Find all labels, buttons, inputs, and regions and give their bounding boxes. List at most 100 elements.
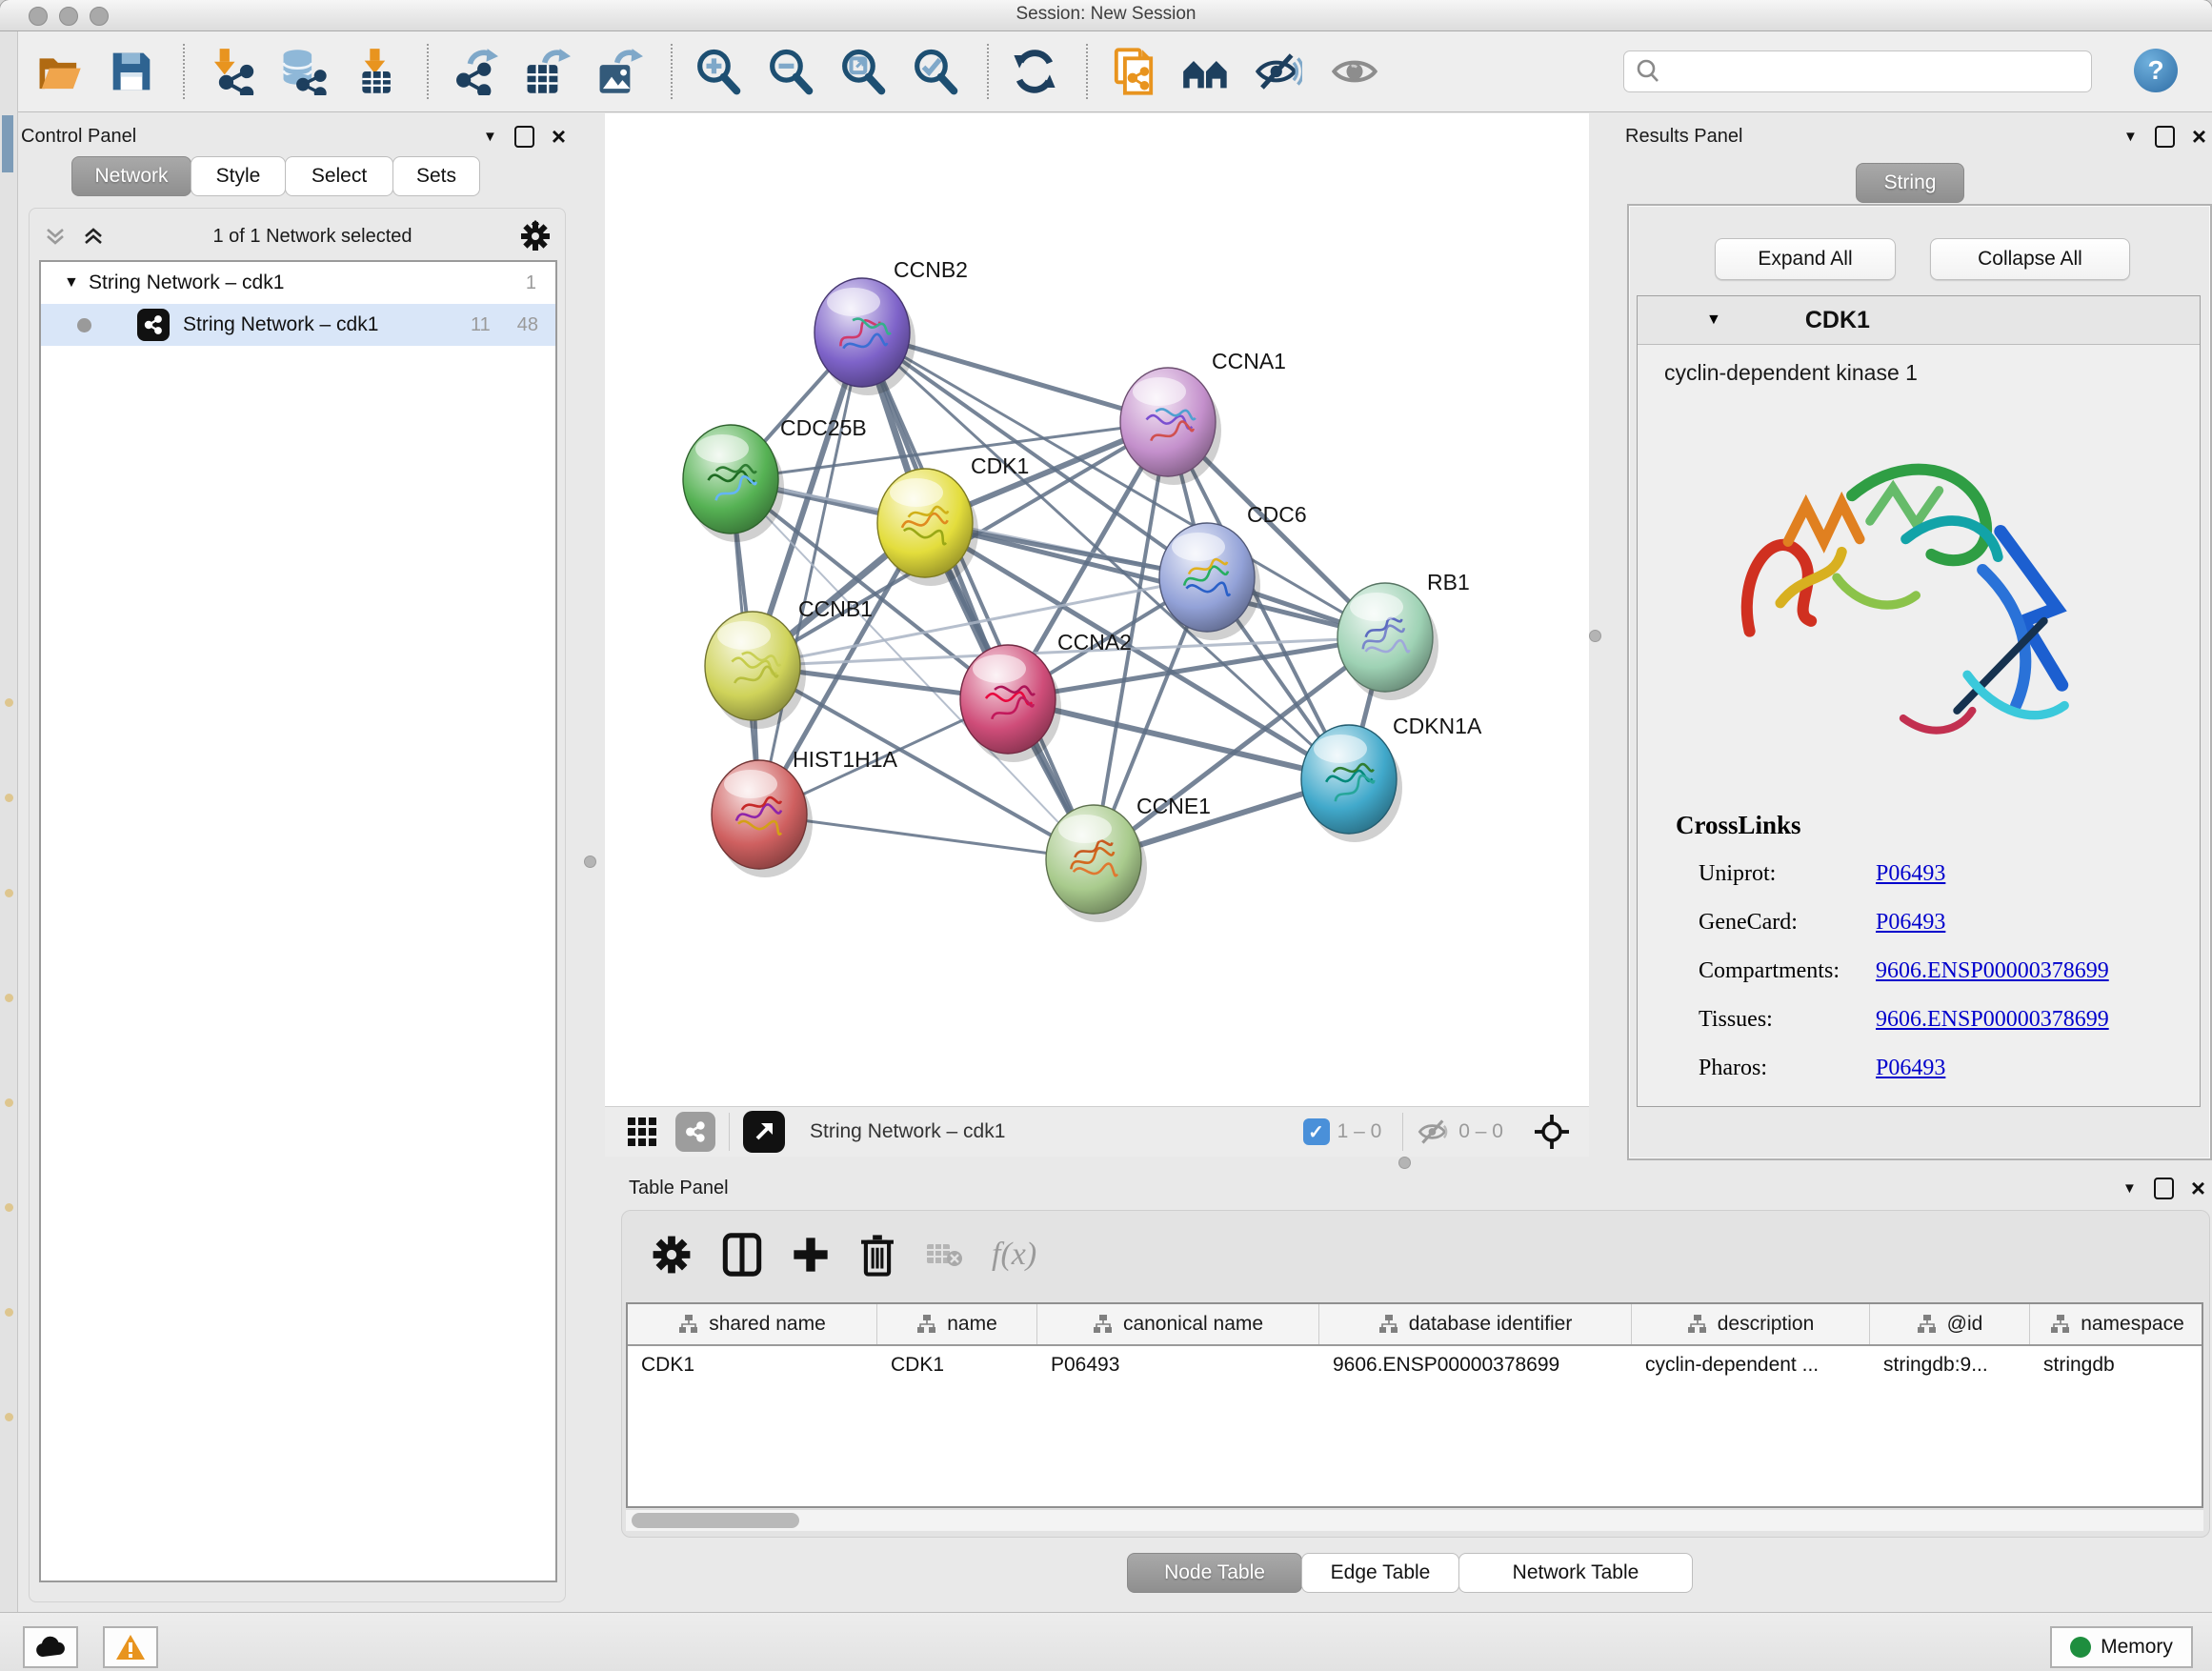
panel-menu-icon[interactable]: ▼ — [483, 129, 497, 145]
horizontal-splitter-handle[interactable] — [1398, 1157, 1411, 1169]
tab-node-table[interactable]: Node Table — [1127, 1553, 1302, 1593]
crosslink-value-link[interactable]: 9606.ENSP00000378699 — [1876, 958, 2109, 984]
network-node-ccna1[interactable]: CCNA1 — [1120, 349, 1286, 485]
network-edge[interactable] — [862, 332, 1094, 859]
table-cell[interactable]: 9606.ENSP00000378699 — [1319, 1346, 1632, 1384]
zoom-out-icon[interactable] — [766, 47, 815, 96]
table-cell[interactable]: CDK1 — [877, 1346, 1037, 1384]
network-row[interactable]: String Network – cdk1 11 48 — [41, 304, 555, 346]
tab-string[interactable]: String — [1856, 163, 1964, 203]
right-splitter-handle[interactable] — [1589, 630, 1601, 642]
section-collapse-icon[interactable]: ▼ — [1706, 312, 1721, 329]
network-collection-row[interactable]: ▼ String Network – cdk1 1 — [41, 262, 555, 304]
create-column-icon[interactable] — [792, 1236, 830, 1274]
tab-network[interactable]: Network — [71, 156, 191, 196]
network-node-ccne1[interactable]: CCNE1 — [1046, 794, 1211, 922]
node-label: RB1 — [1427, 570, 1470, 594]
refresh-view-icon[interactable] — [1010, 47, 1059, 96]
column-header[interactable]: namespace — [2030, 1304, 2203, 1344]
node-label: CCNB1 — [798, 596, 873, 621]
table-cell[interactable]: stringdb — [2030, 1346, 2203, 1384]
network-share-icon[interactable] — [675, 1112, 715, 1152]
table-horizontal-scrollbar[interactable] — [626, 1509, 2203, 1531]
memory-button[interactable]: Memory — [2050, 1626, 2193, 1668]
collapse-all-icon[interactable] — [43, 224, 68, 249]
gene-section-header[interactable]: ▼ CDK1 — [1638, 296, 2200, 345]
tab-style[interactable]: Style — [191, 156, 286, 196]
zoom-fit-icon[interactable] — [838, 47, 888, 96]
panel-float-icon[interactable] — [514, 126, 534, 148]
show-all-networks-icon[interactable] — [1181, 47, 1231, 96]
scrollbar-thumb[interactable] — [632, 1513, 799, 1528]
crosslink-value-link[interactable]: P06493 — [1876, 861, 1945, 887]
network-node-cdc25b[interactable]: CDC25B — [683, 415, 867, 542]
search-input[interactable] — [1623, 50, 2092, 92]
network-node-cdkn1a[interactable]: CDKN1A — [1301, 714, 1482, 842]
tab-sets[interactable]: Sets — [392, 156, 480, 196]
network-options-gear-icon[interactable] — [519, 220, 552, 252]
export-image-icon[interactable] — [594, 47, 644, 96]
export-network-icon[interactable] — [450, 47, 499, 96]
import-network-file-icon[interactable] — [206, 47, 255, 96]
import-network-database-icon[interactable] — [278, 47, 328, 96]
network-canvas[interactable]: CCNB2CCNA1CDC25BCDK1CDC6RB1CCNB1CCNA2CDK… — [605, 113, 1589, 1106]
save-session-icon[interactable] — [107, 47, 156, 96]
table-row[interactable]: CDK1CDK1P064939606.ENSP00000378699cyclin… — [628, 1346, 2202, 1384]
network-node-hist1h1a[interactable]: HIST1H1A — [712, 747, 898, 877]
node-table[interactable]: shared namenamecanonical namedatabase id… — [626, 1302, 2203, 1508]
column-header[interactable]: @id — [1870, 1304, 2030, 1344]
panel-close-icon[interactable]: × — [2191, 1176, 2205, 1200]
crosslink-value-link[interactable]: P06493 — [1876, 910, 1945, 936]
copy-network-icon[interactable] — [1109, 47, 1158, 96]
panel-menu-icon[interactable]: ▼ — [2123, 129, 2138, 145]
table-options-gear-icon[interactable] — [651, 1234, 693, 1276]
collapse-all-button[interactable]: Collapse All — [1930, 238, 2130, 280]
cloud-status-button[interactable] — [23, 1626, 78, 1668]
table-header-row: shared namenamecanonical namedatabase id… — [628, 1304, 2202, 1346]
help-icon[interactable]: ? — [2134, 49, 2178, 92]
import-table-file-icon[interactable] — [351, 47, 400, 96]
column-header[interactable]: canonical name — [1037, 1304, 1319, 1344]
table-cell[interactable]: P06493 — [1037, 1346, 1319, 1384]
table-cell[interactable]: stringdb:9... — [1870, 1346, 2030, 1384]
panel-close-icon[interactable]: × — [552, 124, 566, 149]
network-node-ccnb2[interactable]: CCNB2 — [814, 257, 968, 395]
zoom-in-icon[interactable] — [694, 47, 743, 96]
tab-network-table[interactable]: Network Table — [1458, 1553, 1693, 1593]
birds-eye-view-icon[interactable] — [743, 1111, 785, 1153]
crosshair-icon[interactable] — [1534, 1114, 1570, 1150]
zoom-selected-icon[interactable] — [911, 47, 960, 96]
network-node-cdk1[interactable]: CDK1 — [877, 453, 1029, 586]
column-header[interactable]: shared name — [628, 1304, 877, 1344]
tree-expander-icon[interactable]: ▼ — [64, 274, 89, 292]
table-cell[interactable]: CDK1 — [628, 1346, 877, 1384]
show-hidden-icon[interactable] — [1330, 47, 1379, 96]
gene-name: CDK1 — [1805, 307, 1870, 334]
left-splitter-handle[interactable] — [584, 856, 596, 868]
expand-all-icon[interactable] — [81, 224, 106, 249]
hide-selected-icon[interactable] — [1254, 47, 1303, 96]
expand-all-button[interactable]: Expand All — [1715, 238, 1896, 280]
search-field[interactable] — [1662, 60, 2091, 84]
tab-edge-table[interactable]: Edge Table — [1301, 1553, 1459, 1593]
panel-close-icon[interactable]: × — [2192, 124, 2206, 149]
column-header[interactable]: name — [877, 1304, 1037, 1344]
panel-menu-icon[interactable]: ▼ — [2122, 1180, 2137, 1197]
delete-column-icon[interactable] — [858, 1233, 896, 1277]
table-cell[interactable]: cyclin-dependent ... — [1632, 1346, 1870, 1384]
network-node-rb1[interactable]: RB1 — [1337, 570, 1470, 700]
selected-indicator-checkbox[interactable]: ✓ — [1303, 1118, 1330, 1145]
tab-select[interactable]: Select — [285, 156, 393, 196]
column-header[interactable]: database identifier — [1319, 1304, 1632, 1344]
crosslink-value-link[interactable]: P06493 — [1876, 1056, 1945, 1081]
panel-float-icon[interactable] — [2155, 126, 2175, 148]
crosslink-value-link[interactable]: 9606.ENSP00000378699 — [1876, 1007, 2109, 1033]
column-header[interactable]: description — [1632, 1304, 1870, 1344]
grid-view-icon[interactable] — [626, 1116, 658, 1148]
panel-float-icon[interactable] — [2154, 1178, 2174, 1199]
show-columns-icon[interactable] — [721, 1232, 763, 1278]
network-node-cdc6[interactable]: CDC6 — [1159, 502, 1307, 640]
export-table-icon[interactable] — [522, 47, 572, 96]
open-session-icon[interactable] — [34, 47, 84, 96]
warnings-button[interactable] — [103, 1626, 158, 1668]
